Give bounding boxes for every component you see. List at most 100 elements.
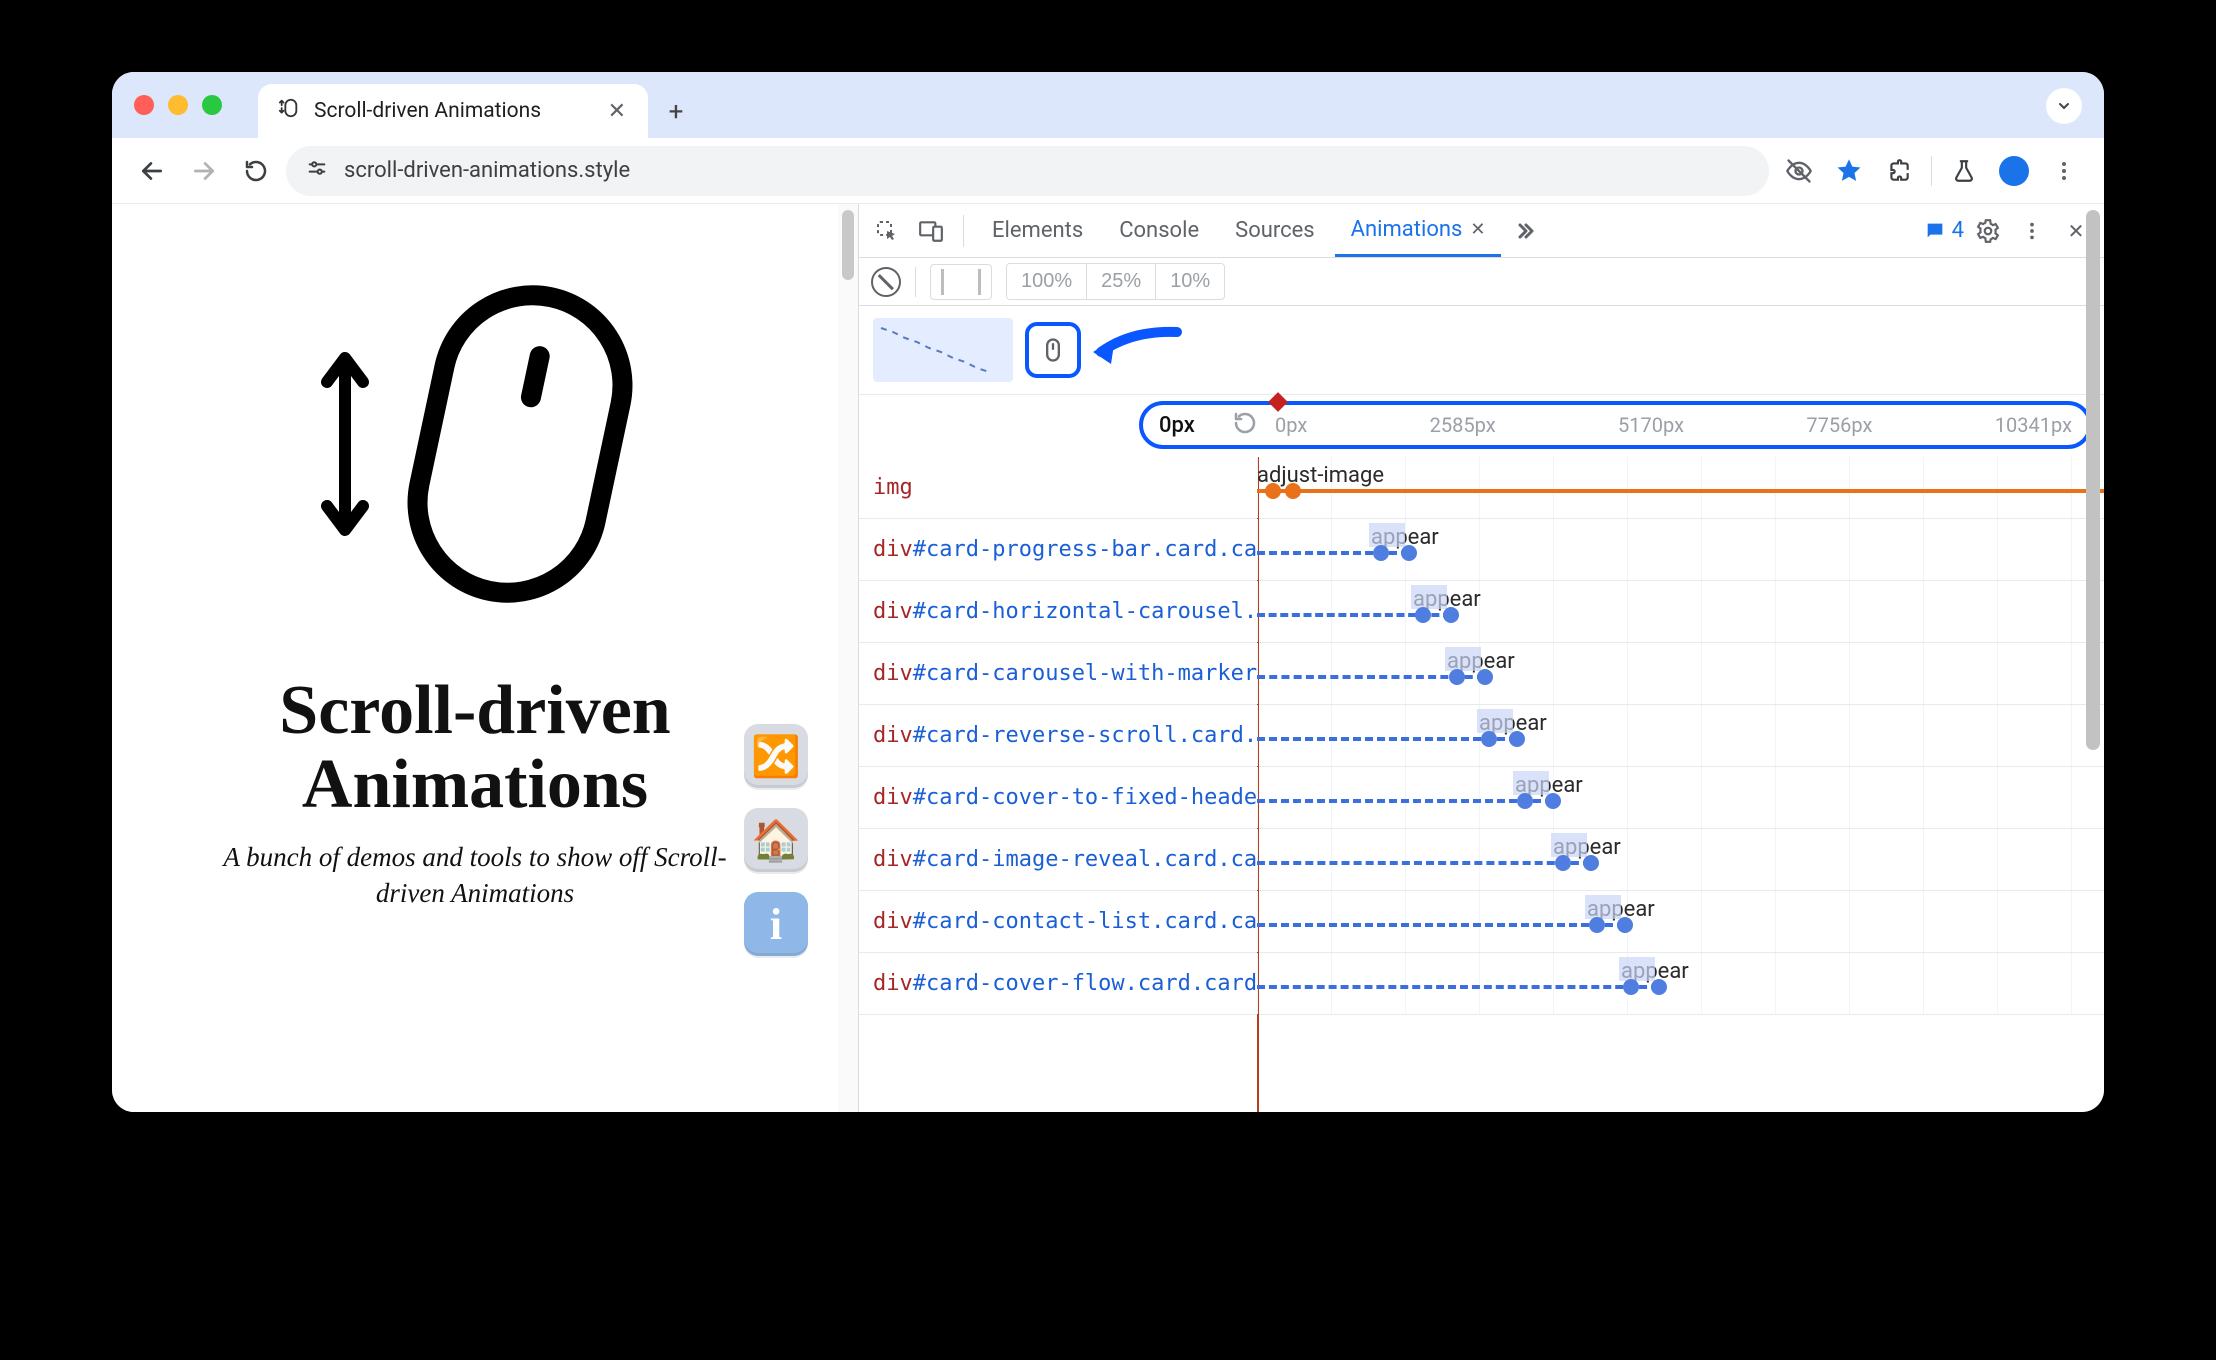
keyframe-dot[interactable]	[1589, 917, 1605, 933]
row-track[interactable]: adjust-image	[1257, 457, 2104, 518]
animation-row[interactable]: div#card-horizontal-carousel.appear	[859, 581, 2104, 643]
tab-elements[interactable]: Elements	[976, 204, 1099, 257]
forward-button[interactable]	[182, 149, 226, 193]
pause-button[interactable]	[930, 264, 992, 300]
devtools-scrollbar[interactable]	[2086, 210, 2100, 750]
keyframe-dot[interactable]	[1443, 607, 1459, 623]
keyframe-bar[interactable]	[1257, 799, 1553, 803]
keyframe-bar[interactable]	[1257, 489, 2104, 493]
clear-icon[interactable]	[871, 267, 901, 297]
keyframe-bar[interactable]	[1257, 737, 1517, 741]
tabs-dropdown-button[interactable]	[2046, 88, 2082, 124]
speed-buttons: 100% 25% 10%	[1006, 263, 1225, 300]
keyframe-dot[interactable]	[1373, 545, 1389, 561]
keyframe-dot[interactable]	[1623, 979, 1639, 995]
animation-row[interactable]: div#card-reverse-scroll.card.appear	[859, 705, 2104, 767]
animation-row[interactable]: div#card-cover-to-fixed-headeappear	[859, 767, 2104, 829]
home-button[interactable]: 🏠	[744, 808, 808, 872]
row-track[interactable]: appear	[1257, 829, 2104, 890]
address-bar[interactable]: scroll-driven-animations.style	[286, 146, 1769, 196]
keyframe-dot[interactable]	[1477, 669, 1493, 685]
tab-sources[interactable]: Sources	[1219, 204, 1331, 257]
page-scrollbar[interactable]	[838, 204, 858, 1112]
close-window-button[interactable]	[134, 95, 154, 115]
messages-button[interactable]: 4	[1924, 218, 1964, 243]
row-selector: div#card-image-reveal.card.ca	[859, 847, 1257, 872]
keyframe-dot[interactable]	[1285, 483, 1301, 499]
tab-strip: Scroll-driven Animations ✕ +	[112, 72, 2104, 138]
scroll-driven-toggle[interactable]	[1025, 322, 1081, 378]
reload-button[interactable]	[234, 149, 278, 193]
keyframe-dot[interactable]	[1509, 731, 1525, 747]
shuffle-button[interactable]: 🔀	[744, 724, 808, 788]
row-track[interactable]: appear	[1257, 953, 2104, 1014]
browser-tab[interactable]: Scroll-driven Animations ✕	[258, 84, 648, 138]
scrollbar-thumb[interactable]	[842, 210, 854, 280]
keyframe-dot[interactable]	[1651, 979, 1667, 995]
row-track[interactable]: appear	[1257, 643, 2104, 704]
tab-close-icon[interactable]: ✕	[608, 99, 626, 124]
row-track[interactable]: appear	[1257, 519, 2104, 580]
keyframe-bar[interactable]	[1257, 923, 1625, 927]
keyframe-dot[interactable]	[1517, 793, 1533, 809]
animation-row[interactable]: div#card-contact-list.card.caappear	[859, 891, 2104, 953]
keyframe-dot[interactable]	[1545, 793, 1561, 809]
tab-close-icon[interactable]: ✕	[1470, 219, 1485, 240]
settings-icon[interactable]	[1968, 211, 2008, 251]
playhead-icon[interactable]	[1268, 392, 1288, 412]
row-selector: div#card-horizontal-carousel.	[859, 599, 1257, 624]
row-track[interactable]: appear	[1257, 705, 2104, 766]
keyframe-dot[interactable]	[1555, 855, 1571, 871]
keyframe-range	[1619, 957, 1655, 981]
browser-window: Scroll-driven Animations ✕ +	[112, 72, 2104, 1112]
info-button[interactable]: i	[744, 892, 808, 956]
more-tabs-icon[interactable]	[1505, 211, 1545, 251]
labs-icon[interactable]	[1942, 149, 1986, 193]
keyframe-dot[interactable]	[1401, 545, 1417, 561]
inspect-icon[interactable]	[867, 211, 907, 251]
replay-icon[interactable]	[1233, 411, 1257, 440]
tab-animations[interactable]: Animations ✕	[1335, 204, 1502, 257]
speed-25[interactable]: 25%	[1087, 264, 1156, 299]
preview-thumbnail[interactable]	[873, 318, 1013, 382]
bookmark-star-icon[interactable]	[1827, 149, 1871, 193]
animation-row[interactable]: imgadjust-image	[859, 457, 2104, 519]
speed-10[interactable]: 10%	[1156, 264, 1224, 299]
tab-console[interactable]: Console	[1103, 204, 1215, 257]
row-selector: div#card-reverse-scroll.card.	[859, 723, 1257, 748]
updown-arrow-icon	[315, 344, 375, 544]
animation-row[interactable]: div#card-cover-flow.card.cardappear	[859, 953, 2104, 1015]
minimize-window-button[interactable]	[168, 95, 188, 115]
keyframe-bar[interactable]	[1257, 861, 1591, 865]
profile-avatar[interactable]	[1992, 149, 2036, 193]
extensions-icon[interactable]	[1877, 149, 1921, 193]
keyframe-dot[interactable]	[1415, 607, 1431, 623]
timeline-ruler[interactable]: 0px 0px 2585px 5170px 7756px 10341px	[1139, 401, 2092, 449]
back-button[interactable]	[130, 149, 174, 193]
eye-off-icon[interactable]	[1777, 149, 1821, 193]
animation-row[interactable]: div#card-progress-bar.card.caappear	[859, 519, 2104, 581]
keyframe-dot[interactable]	[1583, 855, 1599, 871]
keyframe-dot[interactable]	[1617, 917, 1633, 933]
browser-toolbar: scroll-driven-animations.style	[112, 138, 2104, 204]
keyframe-dot[interactable]	[1481, 731, 1497, 747]
keyframe-dot[interactable]	[1265, 483, 1281, 499]
row-track[interactable]: appear	[1257, 767, 2104, 828]
row-track[interactable]: appear	[1257, 581, 2104, 642]
keyframe-dot[interactable]	[1449, 669, 1465, 685]
row-track[interactable]: appear	[1257, 891, 2104, 952]
page-title: Scroll-driven Animations	[279, 674, 670, 821]
maximize-window-button[interactable]	[202, 95, 222, 115]
speed-100[interactable]: 100%	[1007, 264, 1087, 299]
keyframe-bar[interactable]	[1257, 985, 1659, 989]
new-tab-button[interactable]: +	[654, 90, 698, 134]
device-toggle-icon[interactable]	[911, 211, 951, 251]
row-selector: div#card-contact-list.card.ca	[859, 909, 1257, 934]
menu-button[interactable]	[2042, 149, 2086, 193]
content-area: Scroll-driven Animations A bunch of demo…	[112, 204, 2104, 1112]
animation-row[interactable]: div#card-carousel-with-markerappear	[859, 643, 2104, 705]
site-settings-icon[interactable]	[306, 157, 328, 184]
animation-row[interactable]: div#card-image-reveal.card.caappear	[859, 829, 2104, 891]
devtools-menu-icon[interactable]	[2012, 211, 2052, 251]
tab-label: Console	[1119, 218, 1199, 243]
